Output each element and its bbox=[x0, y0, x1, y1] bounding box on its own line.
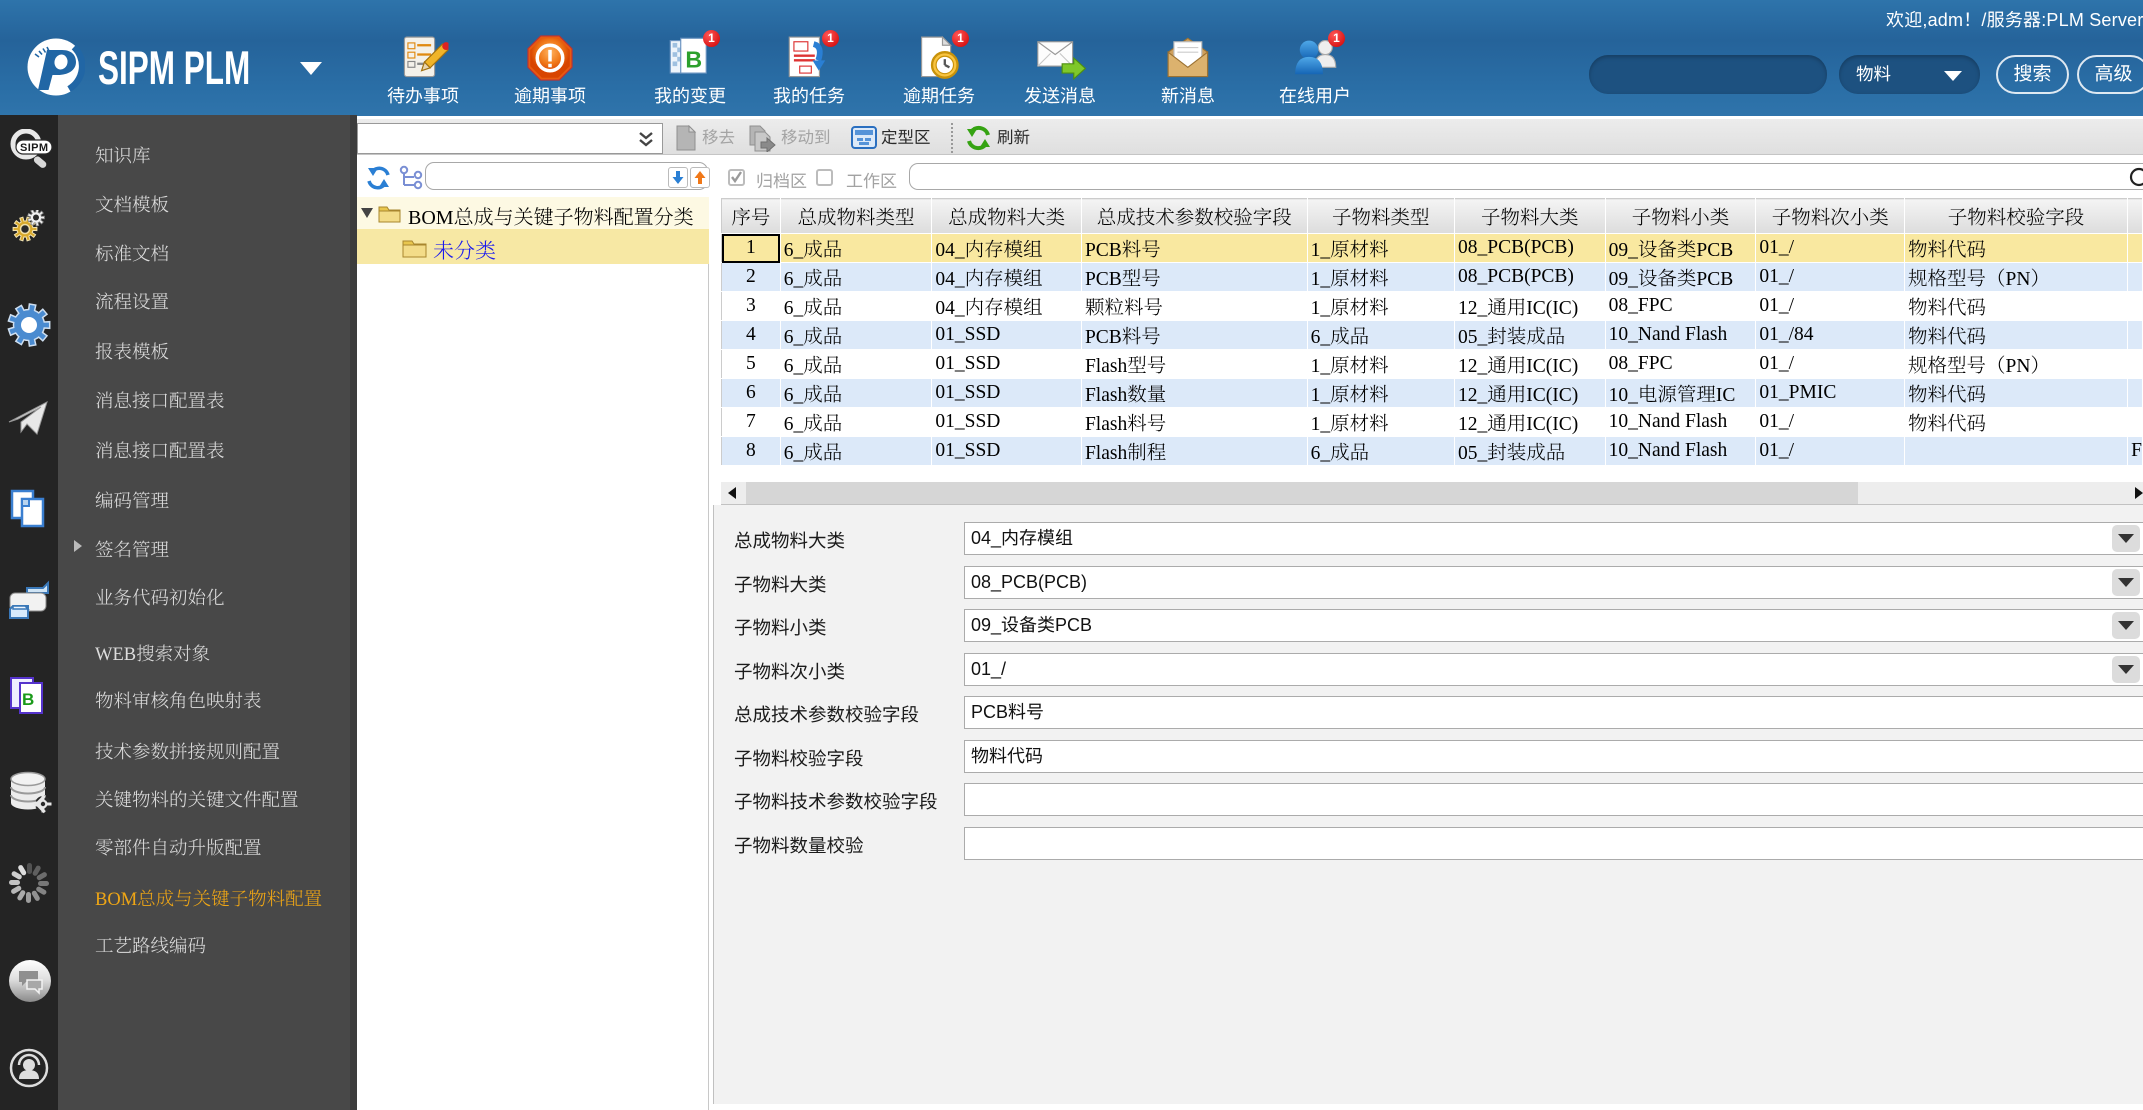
svg-text:B: B bbox=[22, 690, 34, 709]
svg-text:B: B bbox=[685, 46, 702, 72]
svg-text:SIPM: SIPM bbox=[20, 142, 48, 154]
